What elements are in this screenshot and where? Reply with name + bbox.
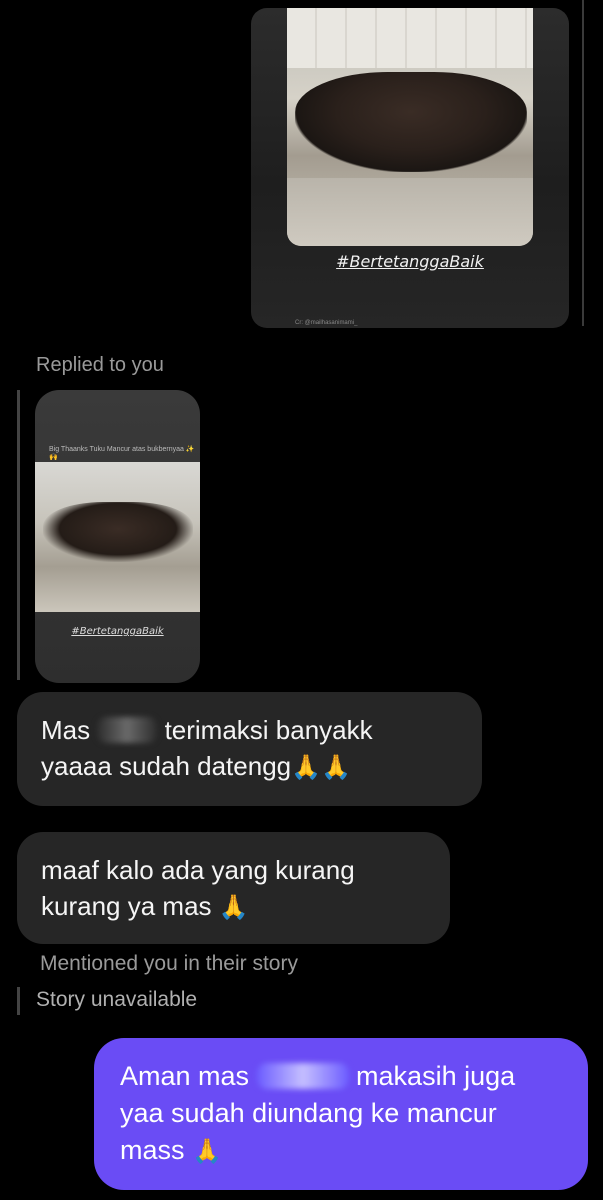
reply-quote-rail	[17, 390, 20, 680]
message-text: mass	[120, 1135, 185, 1165]
message-text: Mas	[41, 715, 98, 745]
story-photo-ceiling	[287, 8, 533, 68]
folded-hands-emoji: 🙏	[192, 1137, 222, 1165]
message-text: yaa sudah diundang ke mancur	[120, 1098, 497, 1128]
unavailable-quote-rail	[17, 987, 20, 1015]
replied-story-crowd	[43, 502, 193, 562]
replied-story-caption: Big Thaanks Tuku Mancur atas bukbernyaa …	[49, 446, 195, 461]
message-text: terimaksi banyakk	[157, 715, 373, 745]
redacted-name	[256, 1063, 349, 1089]
message-text: makasih juga	[348, 1061, 516, 1091]
message-text: maaf kalo ada yang kurang	[41, 855, 355, 885]
replied-story-hashtag: #BertetanggaBaik	[71, 626, 164, 637]
mentioned-label: Mentioned you in their story	[40, 952, 298, 975]
redacted-name	[97, 717, 158, 743]
story-photo-crowd	[295, 72, 527, 172]
story-hashtag: #BertetanggaBaik	[336, 252, 484, 271]
message-text: kurang ya mas	[41, 891, 212, 921]
message-text: yaaaa sudah datengg	[41, 751, 292, 781]
shared-story-card[interactable]: #BertetanggaBaik Cr: @mailhasanimami_	[251, 8, 569, 328]
folded-hands-emoji: 🙏🙏	[291, 753, 351, 781]
story-photo-floor	[287, 178, 533, 246]
replied-story-photo	[35, 462, 200, 612]
message-bubble-outgoing[interactable]: Aman mas makasih juga yaa sudah diundang…	[94, 1038, 588, 1190]
message-bubble-incoming[interactable]: maaf kalo ada yang kurang kurang ya mas …	[17, 832, 450, 944]
story-unavailable-label: Story unavailable	[36, 988, 198, 1011]
replied-label: Replied to you	[36, 354, 164, 376]
replied-story-thumbnail[interactable]: Big Thaanks Tuku Mancur atas bukbernyaa …	[35, 390, 200, 683]
message-text: Aman mas	[120, 1061, 257, 1091]
message-bubble-incoming[interactable]: Mas terimaksi banyakk yaaaa sudah dateng…	[17, 692, 482, 806]
story-photo	[287, 8, 533, 246]
scroll-rail	[582, 0, 584, 326]
folded-hands-emoji: 🙏	[218, 893, 249, 921]
story-credit: Cr: @mailhasanimami_	[295, 320, 358, 326]
